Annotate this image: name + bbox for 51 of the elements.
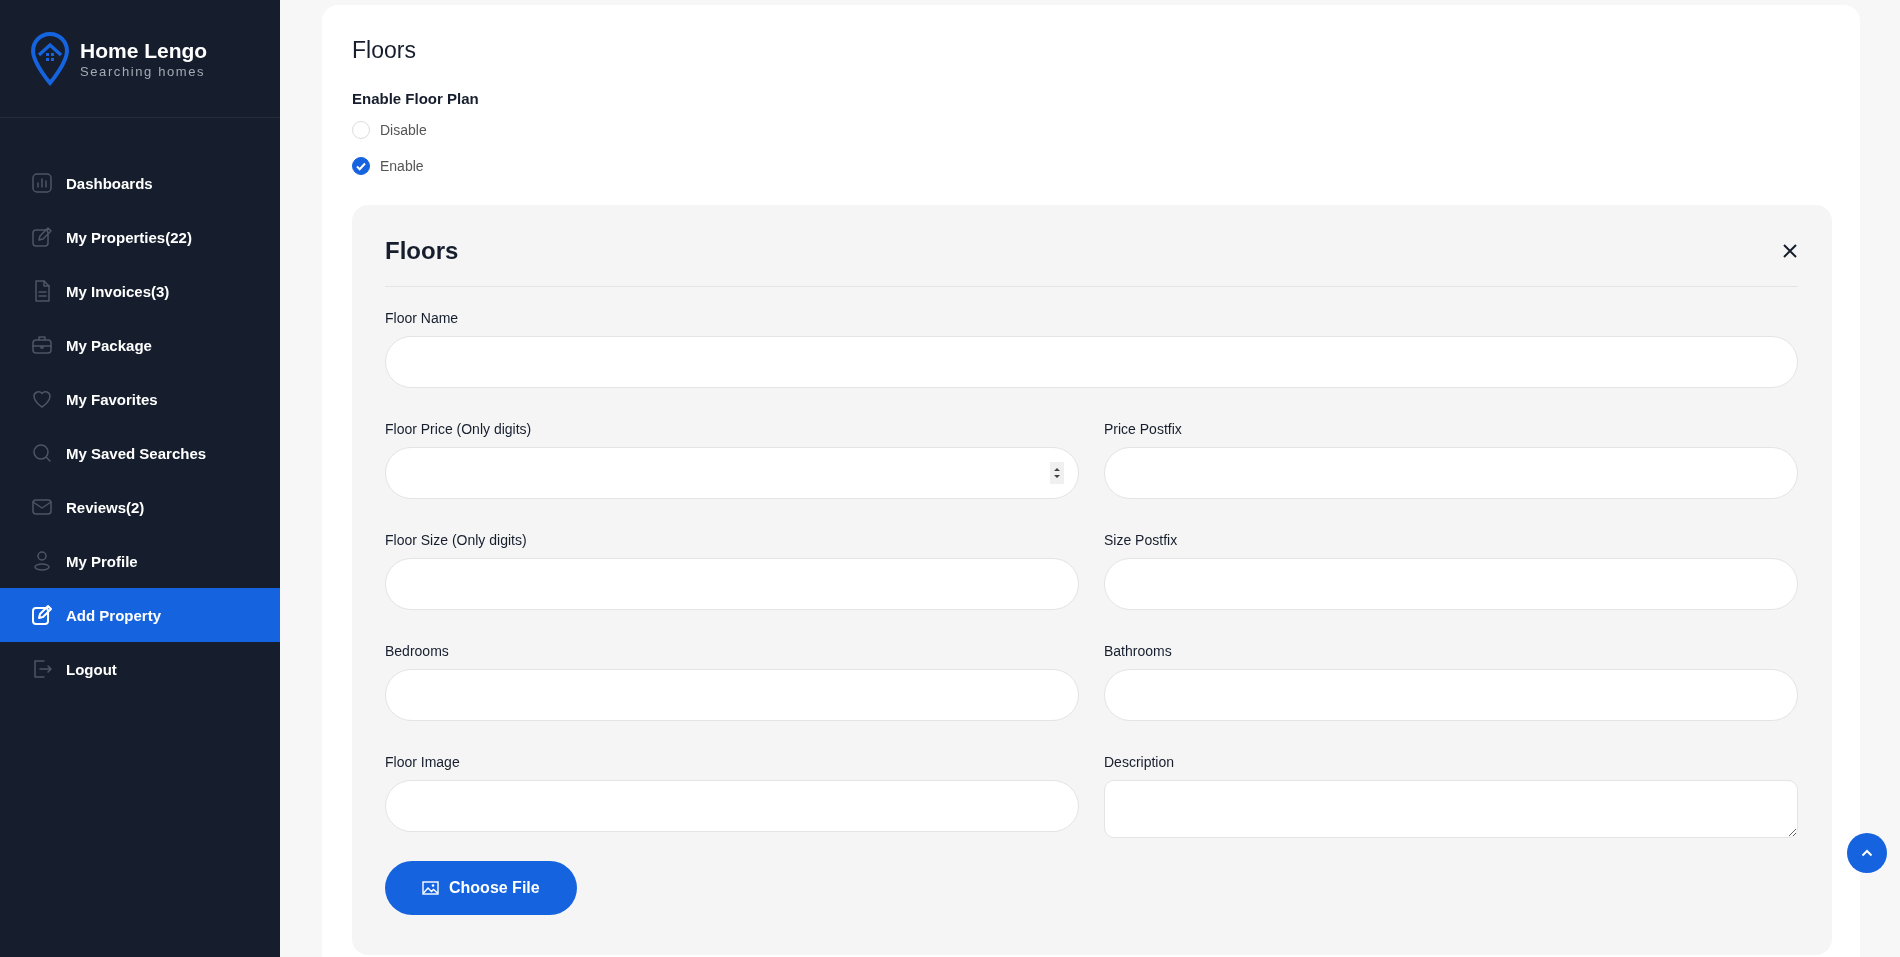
- briefcase-icon: [30, 333, 54, 357]
- choose-file-button[interactable]: Choose File: [385, 861, 577, 915]
- image-icon: [422, 881, 439, 895]
- scroll-to-top-button[interactable]: [1847, 833, 1887, 873]
- field-label: Bedrooms: [385, 642, 449, 660]
- field-label: Description: [1104, 753, 1175, 771]
- field-label: Size Postfix: [1104, 531, 1178, 549]
- search-icon: [30, 441, 54, 465]
- radio-option[interactable]: Disable: [352, 121, 427, 139]
- edit-icon: [30, 603, 54, 627]
- sidebar-item[interactable]: My Saved Searches: [0, 426, 280, 480]
- sidebar-item[interactable]: My Profile: [0, 534, 280, 588]
- option-label: Disable: [380, 122, 427, 138]
- textarea-field[interactable]: [1104, 780, 1798, 838]
- input-field[interactable]: [1104, 447, 1798, 499]
- sidebar-item[interactable]: Dashboards: [0, 156, 280, 210]
- spinner-icon[interactable]: [1050, 462, 1064, 484]
- section-title: Floors: [352, 36, 417, 65]
- edit-icon: [30, 225, 54, 249]
- input-field[interactable]: [1104, 558, 1798, 610]
- input-field[interactable]: [385, 336, 1798, 388]
- input-field[interactable]: [385, 780, 1079, 832]
- field-label: Price Postfix: [1104, 420, 1182, 438]
- brand-name: Home Lengo: [80, 37, 208, 64]
- close-icon[interactable]: [1782, 243, 1798, 259]
- field-label: Floor Size (Only digits): [385, 531, 527, 549]
- field-label: Floor Image: [385, 753, 460, 771]
- option-label: Enable: [380, 158, 424, 174]
- input-field[interactable]: [385, 669, 1079, 721]
- sidebar-item[interactable]: Logout: [0, 642, 280, 696]
- chart-icon: [30, 171, 54, 195]
- sidebar-item[interactable]: My Favorites: [0, 372, 280, 426]
- logo-icon: [30, 30, 70, 87]
- sidebar-item[interactable]: My Package: [0, 318, 280, 372]
- field-label: Bathrooms: [1104, 642, 1172, 660]
- sidebar-item[interactable]: Reviews(2): [0, 480, 280, 534]
- input-field[interactable]: [1104, 669, 1798, 721]
- radio-button[interactable]: [352, 157, 370, 175]
- brand-tagline: Searching homes: [80, 63, 207, 80]
- panel-title: Floors: [385, 236, 459, 266]
- sidebar-item[interactable]: Add Property: [0, 588, 280, 642]
- check-icon: [355, 160, 367, 172]
- sidebar-item[interactable]: My Invoices(3): [0, 264, 280, 318]
- chevron-up-icon: [1861, 849, 1873, 857]
- field-label: Floor Price (Only digits): [385, 420, 532, 438]
- number-input-field[interactable]: [385, 447, 1079, 499]
- floor-plan-label: Enable Floor Plan: [352, 89, 479, 109]
- sidebar-item[interactable]: My Properties(22): [0, 210, 280, 264]
- input-field[interactable]: [385, 558, 1079, 610]
- radio-option[interactable]: Enable: [352, 157, 424, 175]
- field-label: Floor Name: [385, 309, 459, 327]
